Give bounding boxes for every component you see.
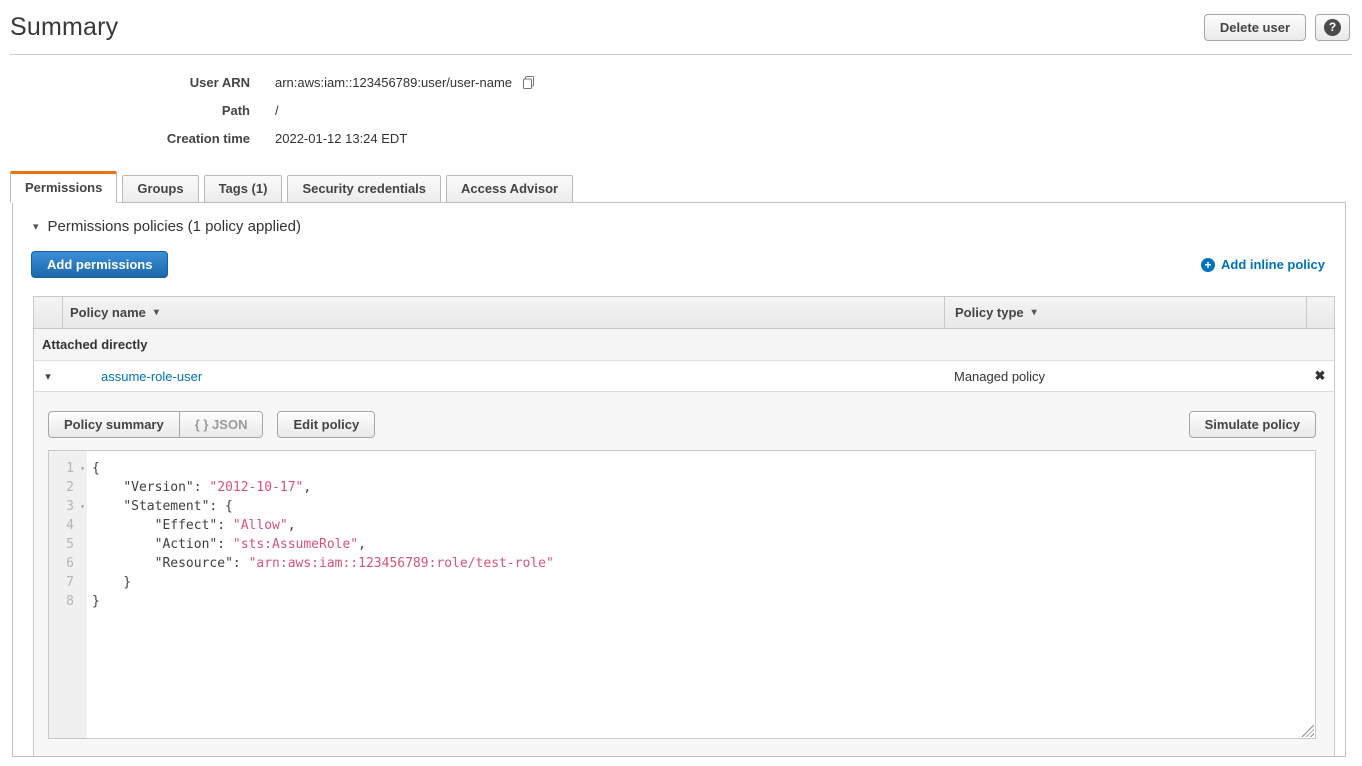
header-actions: Delete user ?	[1204, 14, 1352, 41]
user-detail-row: User ARN arn:aws:iam::123456789:user/user…	[0, 68, 1362, 96]
editor-resize-handle[interactable]	[1301, 724, 1314, 737]
code-line: "Action": "sts:AssumeRole",	[92, 535, 1315, 554]
collapse-caret-icon: ▾	[33, 220, 39, 233]
code-line: {	[92, 459, 1315, 478]
add-inline-policy-link[interactable]: + Add inline policy	[1201, 257, 1325, 272]
tab-groups[interactable]: Groups	[122, 175, 198, 203]
sort-caret-icon: ▾	[154, 307, 159, 318]
add-inline-policy-label: Add inline policy	[1221, 257, 1325, 272]
line-number: 3▾	[49, 497, 87, 516]
tab-access-advisor[interactable]: Access Advisor	[446, 175, 573, 203]
tab-permissions[interactable]: Permissions	[10, 171, 117, 203]
add-permissions-button[interactable]: Add permissions	[31, 251, 168, 278]
permissions-policies-heading[interactable]: ▾ Permissions policies (1 policy applied…	[33, 218, 1345, 235]
editor-gutter: 1▾23▾45678	[49, 451, 87, 738]
line-number: 2	[49, 478, 87, 497]
detail-label: Creation time	[0, 131, 250, 146]
policy-detail-expanded: Policy summary { } JSON Edit policy Simu…	[34, 392, 1334, 756]
code-line: "Statement": {	[92, 497, 1315, 516]
tab-tags-1[interactable]: Tags (1)	[204, 175, 283, 203]
user-detail-row: Creation time 2022-01-12 13:24 EDT	[0, 124, 1362, 152]
policy-summary-button[interactable]: Policy summary	[48, 411, 180, 438]
json-policy-editor[interactable]: 1▾23▾45678 { "Version": "2012-10-17", "S…	[48, 450, 1316, 739]
policy-name-column-header[interactable]: Policy name ▾	[62, 297, 944, 328]
edit-policy-button[interactable]: Edit policy	[277, 411, 375, 438]
policy-type-value: Managed policy	[944, 369, 1306, 384]
permissions-tab-panel: ▾ Permissions policies (1 policy applied…	[12, 202, 1346, 757]
policy-view-toggle-group: Policy summary { } JSON	[48, 411, 263, 438]
fold-caret-icon[interactable]: ▾	[80, 459, 85, 478]
code-line: "Effect": "Allow",	[92, 516, 1315, 535]
tab-security-credentials[interactable]: Security credentials	[287, 175, 441, 203]
line-number: 6	[49, 554, 87, 573]
caret-column-header	[34, 297, 62, 328]
detail-label: Path	[0, 103, 250, 118]
detail-value: /	[275, 103, 279, 118]
policy-type-column-header[interactable]: Policy type ▾	[944, 297, 1306, 328]
remove-column-header	[1306, 297, 1334, 328]
page-header: Summary Delete user ?	[10, 0, 1352, 55]
user-details: User ARN arn:aws:iam::123456789:user/user…	[0, 55, 1362, 160]
line-number: 1▾	[49, 459, 87, 478]
delete-user-button[interactable]: Delete user	[1204, 14, 1306, 41]
policy-row: ▾ assume-role-user Managed policy ✖	[34, 361, 1334, 392]
fold-caret-icon[interactable]: ▾	[80, 497, 85, 516]
policies-table: Policy name ▾ Policy type ▾ Attached dir…	[33, 296, 1335, 756]
line-number: 7	[49, 573, 87, 592]
policy-name-link[interactable]: assume-role-user	[101, 369, 202, 384]
json-button[interactable]: { } JSON	[179, 411, 264, 438]
detail-value: 2022-01-12 13:24 EDT	[275, 131, 407, 146]
permissions-policies-heading-label: Permissions policies (1 policy applied)	[48, 218, 301, 235]
policy-detail-buttons: Policy summary { } JSON Edit policy Simu…	[48, 411, 1316, 438]
line-number: 4	[49, 516, 87, 535]
row-expand-caret-icon[interactable]: ▾	[34, 370, 62, 383]
detail-value: arn:aws:iam::123456789:user/user-name	[275, 75, 536, 90]
simulate-policy-button[interactable]: Simulate policy	[1189, 411, 1316, 438]
tab-bar: PermissionsGroupsTags (1)Security creden…	[10, 171, 1362, 203]
remove-policy-button[interactable]: ✖	[1306, 368, 1334, 384]
code-line: }	[92, 592, 1315, 611]
editor-code[interactable]: { "Version": "2012-10-17", "Statement": …	[87, 451, 1315, 738]
user-detail-row: Path /	[0, 96, 1362, 124]
code-line: }	[92, 573, 1315, 592]
page-title: Summary	[10, 13, 118, 42]
question-mark-icon: ?	[1324, 19, 1341, 36]
code-line: "Version": "2012-10-17",	[92, 478, 1315, 497]
detail-label: User ARN	[0, 75, 250, 90]
sort-caret-icon: ▾	[1032, 307, 1037, 318]
code-line: "Resource": "arn:aws:iam::123456789:role…	[92, 554, 1315, 573]
attached-directly-group-row: Attached directly	[34, 329, 1334, 361]
line-number: 8	[49, 592, 87, 611]
plus-circle-icon: +	[1201, 258, 1215, 272]
policies-table-header: Policy name ▾ Policy type ▾	[34, 297, 1334, 329]
line-number: 5	[49, 535, 87, 554]
help-button[interactable]: ?	[1315, 14, 1350, 41]
policy-actions-row: Add permissions + Add inline policy	[31, 251, 1325, 278]
copy-icon[interactable]	[521, 75, 536, 90]
